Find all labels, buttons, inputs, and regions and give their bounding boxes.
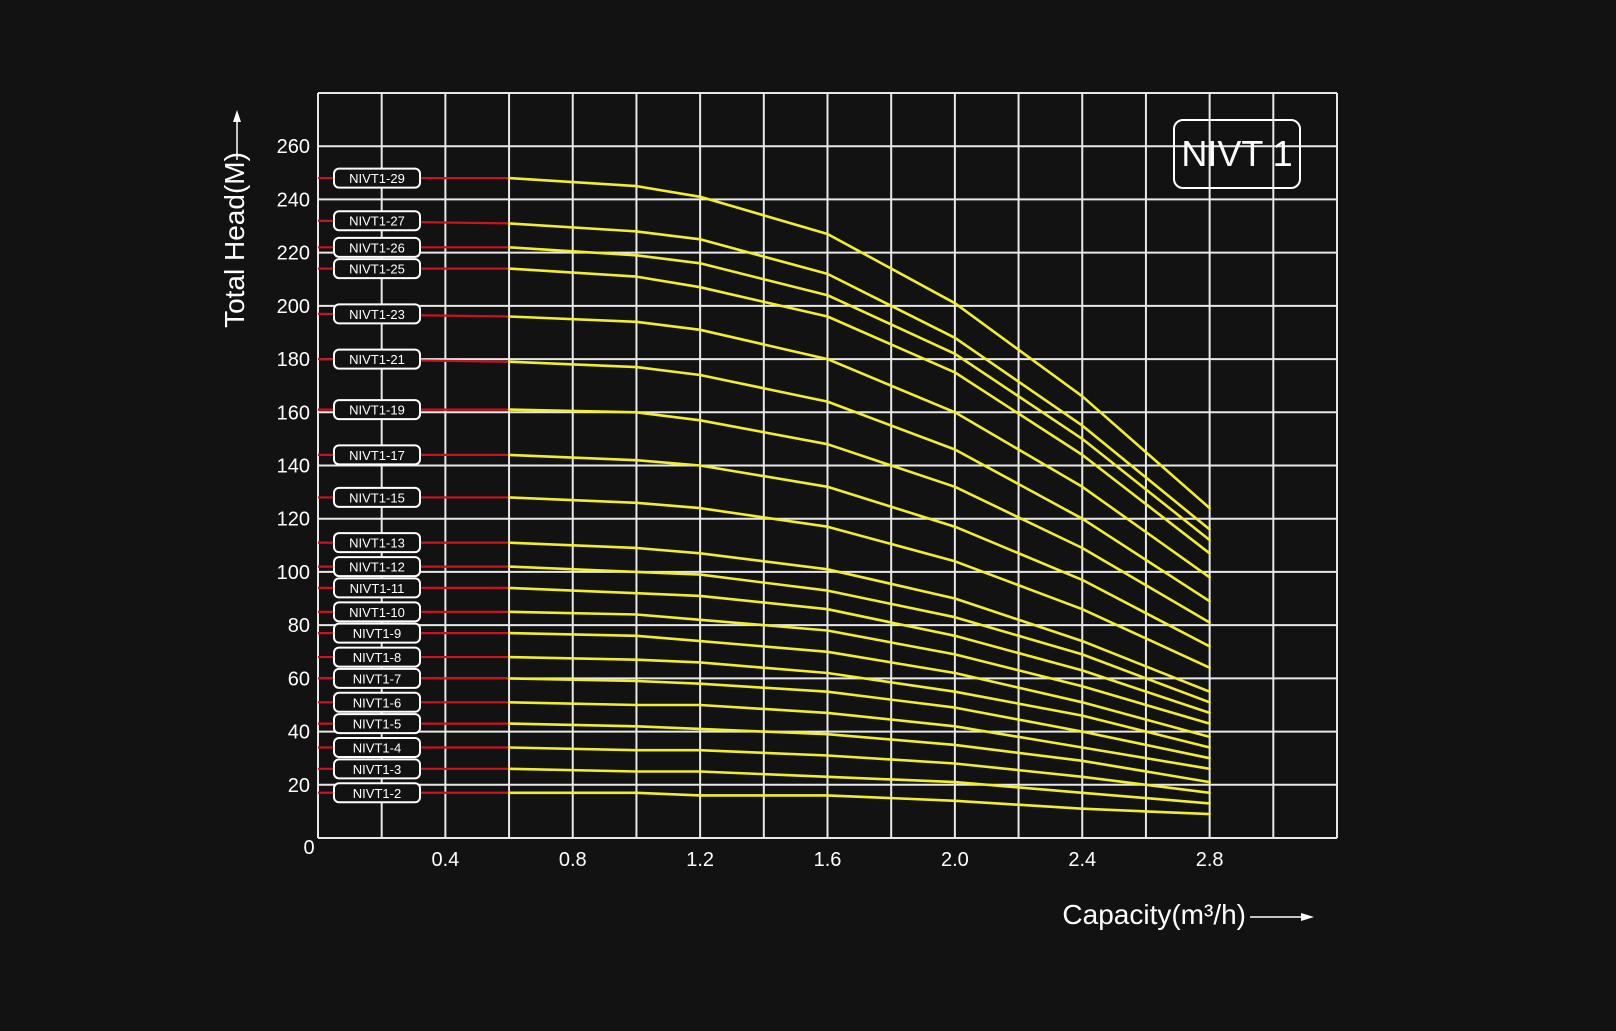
y-tick-label: 60 (288, 668, 310, 690)
series-label: NIVT1-26 (333, 236, 421, 258)
series-label: NIVT1-15 (333, 486, 421, 508)
x-axis-label: Capacity(m³/h) (1062, 899, 1246, 930)
series-label-text: NIVT1-11 (350, 581, 405, 596)
series-label: NIVT1-17 (333, 444, 421, 466)
series-label-text: NIVT1-29 (349, 171, 405, 186)
y-tick-label: 160 (277, 402, 310, 424)
series-label: NIVT1-29 (333, 167, 421, 189)
series-label-text: NIVT1-10 (349, 605, 405, 620)
series-label: NIVT1-25 (333, 258, 421, 280)
series-label: NIVT1-3 (333, 758, 421, 780)
series-label-text: NIVT1-5 (353, 717, 401, 732)
y-tick-label: 140 (277, 456, 310, 478)
x-tick-label: 0 (303, 837, 314, 859)
series-label: NIVT1-23 (333, 303, 421, 325)
y-tick-label: 200 (277, 296, 310, 318)
series-label-text: NIVT1-9 (353, 626, 401, 641)
y-tick-label: 180 (277, 349, 310, 371)
pump-performance-chart: NIVT1-29 NIVT1-27 NIVT1-26 NIVT1-25 NIVT1-23… (0, 0, 1616, 1031)
y-axis-label: Total Head(M) (219, 152, 250, 328)
x-tick-label: 2.4 (1068, 849, 1096, 871)
series-label: NIVT1-19 (333, 399, 421, 421)
y-tick-label: 120 (277, 509, 310, 531)
series-label: NIVT1-21 (333, 348, 421, 370)
x-tick-label: 0.8 (559, 849, 587, 871)
series-label: NIVT1-12 (333, 556, 421, 578)
x-tick-label: 1.6 (814, 849, 842, 871)
y-tick-label: 40 (288, 722, 310, 744)
series-label: NIVT1-13 (333, 532, 421, 554)
series-label-text: NIVT1-21 (349, 352, 405, 367)
series-label: NIVT1-6 (333, 691, 421, 713)
series-label-text: NIVT1-4 (353, 741, 401, 756)
series-label: NIVT1-9 (333, 622, 421, 644)
x-tick-label: 2.8 (1196, 849, 1224, 871)
series-label: NIVT1-7 (333, 667, 421, 689)
series-label-text: NIVT1-23 (349, 307, 405, 322)
series-label-text: NIVT1-3 (353, 762, 401, 777)
chart-title: NIVT 1 (1181, 133, 1292, 174)
series-label-text: NIVT1-2 (353, 786, 401, 801)
y-tick-label: 220 (277, 243, 310, 265)
series-label-text: NIVT1-13 (349, 536, 405, 551)
series-label-text: NIVT1-17 (349, 448, 405, 463)
series-label: NIVT1-10 (333, 601, 421, 623)
x-tick-label: 0.4 (431, 849, 459, 871)
series-label: NIVT1-2 (333, 782, 421, 804)
y-tick-label: 100 (277, 562, 310, 584)
series-label-text: NIVT1-19 (349, 403, 405, 418)
series-label-text: NIVT1-27 (349, 214, 405, 229)
series-label-text: NIVT1-12 (349, 560, 405, 575)
series-label-text: NIVT1-26 (349, 240, 405, 255)
series-label: NIVT1-8 (333, 646, 421, 668)
series-label-text: NIVT1-8 (353, 650, 401, 665)
series-label: NIVT1-27 (333, 210, 421, 232)
y-tick-label: 260 (277, 136, 310, 158)
y-tick-label: 20 (288, 775, 310, 797)
y-tick-label: 240 (277, 189, 310, 211)
x-tick-label: 2.0 (941, 849, 969, 871)
y-tick-label: 80 (288, 615, 310, 637)
series-label: NIVT1-4 (333, 737, 421, 759)
series-label-text: NIVT1-25 (349, 262, 405, 277)
series-label-text: NIVT1-6 (353, 695, 401, 710)
x-tick-label: 1.2 (686, 849, 714, 871)
series-label-text: NIVT1-15 (349, 490, 405, 505)
series-label-text: NIVT1-7 (353, 671, 401, 686)
series-label: NIVT1-5 (333, 713, 421, 735)
series-label: NIVT1-11 (333, 577, 421, 599)
